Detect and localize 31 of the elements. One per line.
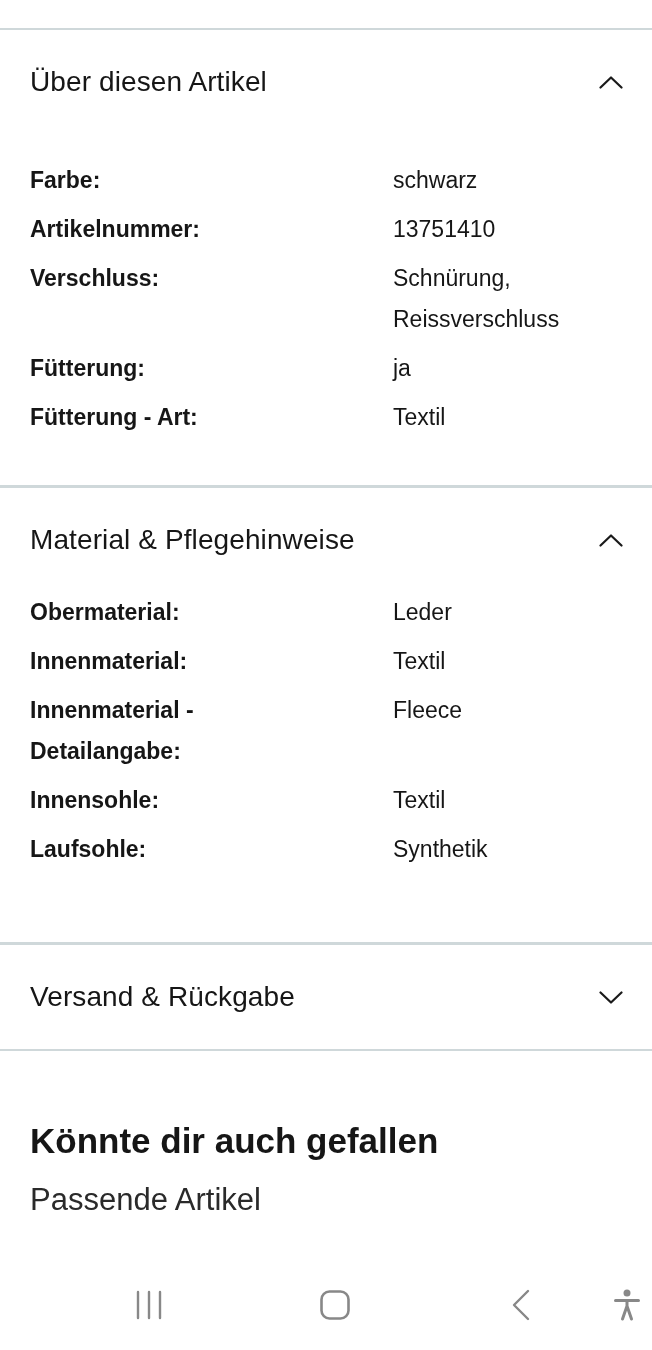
- attribute-value: Fleece: [393, 696, 464, 725]
- home-icon[interactable]: [320, 1290, 350, 1320]
- attribute-value: Textil: [393, 647, 447, 676]
- attribute-value: ja: [393, 354, 412, 383]
- attribute-label: Artikelnummer:: [30, 215, 201, 244]
- attribute-value: schwarz: [393, 166, 479, 195]
- chevron-up-icon: [599, 533, 623, 547]
- attribute-label: Fütterung:: [30, 354, 146, 383]
- section-title: Über diesen Artikel: [30, 66, 267, 98]
- chevron-up-icon: [599, 75, 623, 89]
- section-title: Versand & Rückgabe: [30, 981, 295, 1013]
- attribute-label: Farbe:: [30, 166, 102, 195]
- attribute-label: Verschluss:: [30, 264, 161, 293]
- attribute-value: Synthetik: [393, 835, 489, 864]
- attribute-label: Innenmaterial:: [30, 647, 189, 676]
- recent-apps-icon[interactable]: [135, 1290, 163, 1320]
- attribute-value: Leder: [393, 598, 453, 627]
- attribute-label: Innenmaterial - Detailangabe:: [30, 696, 195, 766]
- section-title: Material & Pflegehinweise: [30, 524, 355, 556]
- back-icon[interactable]: [512, 1289, 530, 1321]
- attribute-value: 13751410: [393, 215, 497, 244]
- chevron-down-icon: [599, 990, 623, 1004]
- attribute-value: Textil: [393, 403, 447, 432]
- attribute-label: Fütterung - Art:: [30, 403, 199, 432]
- attribute-value: Textil: [393, 786, 447, 815]
- accessibility-icon[interactable]: [614, 1289, 640, 1321]
- attribute-label: Obermaterial:: [30, 598, 181, 627]
- recommendations-subheading: Passende Artikel: [30, 1181, 262, 1219]
- attribute-label: Innensohle:: [30, 786, 161, 815]
- attribute-label: Laufsohle:: [30, 835, 148, 864]
- recommendations-heading: Könnte dir auch gefallen: [30, 1120, 440, 1162]
